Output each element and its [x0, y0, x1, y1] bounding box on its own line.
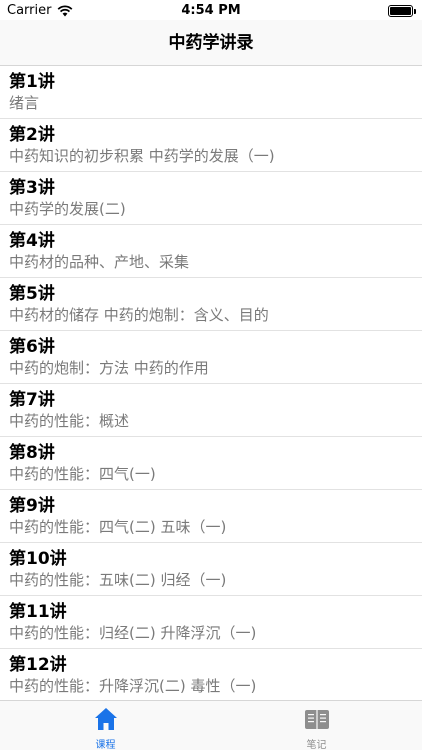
lecture-row-3[interactable]: 第3讲 中药学的发展(二): [0, 172, 422, 225]
lecture-subtitle: 中药的性能：四气(二) 五味（一): [9, 518, 227, 536]
lecture-row-10[interactable]: 第10讲 中药的性能：五味(二) 归经（一): [0, 543, 422, 596]
lecture-subtitle: 中药的性能：四气(一): [9, 465, 156, 483]
battery-icon: [388, 5, 416, 17]
notebook-icon: [304, 710, 329, 729]
lecture-row-4[interactable]: 第4讲 中药材的品种、产地、采集: [0, 225, 422, 278]
tab-courses-label: 课程: [95, 740, 116, 750]
lecture-title: 第1讲: [9, 72, 55, 92]
lecture-title: 第7讲: [9, 390, 55, 410]
lecture-row-5[interactable]: 第5讲 中药材的储存 中药的炮制：含义、目的: [0, 278, 422, 331]
tab-notes[interactable]: 笔记: [211, 701, 422, 750]
home-icon: [94, 708, 117, 730]
lecture-title: 第4讲: [9, 231, 55, 251]
lecture-subtitle: 中药学的发展(二): [9, 200, 126, 218]
navigation-bar: 中药学讲录: [0, 20, 422, 66]
lecture-title: 第9讲: [9, 496, 55, 516]
lecture-row-6[interactable]: 第6讲 中药的炮制：方法 中药的作用: [0, 331, 422, 384]
lecture-subtitle: 中药的炮制：方法 中药的作用: [9, 359, 209, 377]
lecture-title: 第2讲: [9, 125, 55, 145]
lecture-row-9[interactable]: 第9讲 中药的性能：四气(二) 五味（一): [0, 490, 422, 543]
lecture-row-7[interactable]: 第7讲 中药的性能：概述: [0, 384, 422, 437]
lecture-row-1[interactable]: 第1讲 绪言: [0, 66, 422, 119]
tab-courses[interactable]: 课程: [0, 701, 211, 750]
lecture-subtitle: 中药知识的初步积累 中药学的发展（一): [9, 147, 275, 165]
lecture-subtitle: 中药材的储存 中药的炮制：含义、目的: [9, 306, 269, 324]
tab-notes-label: 笔记: [306, 740, 327, 750]
lecture-row-11[interactable]: 第11讲 中药的性能：归经(二) 升降浮沉（一): [0, 596, 422, 649]
lecture-subtitle: 绪言: [9, 94, 40, 112]
lecture-title: 第6讲: [9, 337, 55, 357]
lecture-title: 第10讲: [9, 549, 67, 569]
battery-cap: [414, 9, 416, 14]
lecture-title: 第5讲: [9, 284, 55, 304]
lecture-title: 第8讲: [9, 443, 55, 463]
lecture-subtitle: 中药的性能：升降浮沉(二) 毒性（一): [9, 677, 257, 695]
lecture-title: 第3讲: [9, 178, 55, 198]
lecture-subtitle: 中药的性能：概述: [9, 412, 130, 430]
lecture-row-12[interactable]: 第12讲 中药的性能：升降浮沉(二) 毒性（一): [0, 649, 422, 702]
lecture-row-2[interactable]: 第2讲 中药知识的初步积累 中药学的发展（一): [0, 119, 422, 172]
status-time: 4:54 PM: [181, 3, 241, 18]
lecture-subtitle: 中药的性能：归经(二) 升降浮沉（一): [9, 624, 257, 642]
lecture-title: 第11讲: [9, 602, 67, 622]
lecture-row-8[interactable]: 第8讲 中药的性能：四气(一): [0, 437, 422, 490]
lecture-list: 第1讲 绪言 第2讲 中药知识的初步积累 中药学的发展（一) 第3讲 中药学的发…: [0, 66, 422, 702]
battery-level: [390, 7, 411, 15]
lecture-subtitle: 中药的性能：五味(二) 归经（一): [9, 571, 227, 589]
lecture-subtitle: 中药材的品种、产地、采集: [9, 253, 190, 271]
lecture-title: 第12讲: [9, 655, 67, 675]
tab-bar: 课程 笔记: [0, 700, 422, 750]
page-title: 中药学讲录: [168, 33, 254, 53]
status-bar: Carrier 4:54 PM: [0, 0, 422, 20]
